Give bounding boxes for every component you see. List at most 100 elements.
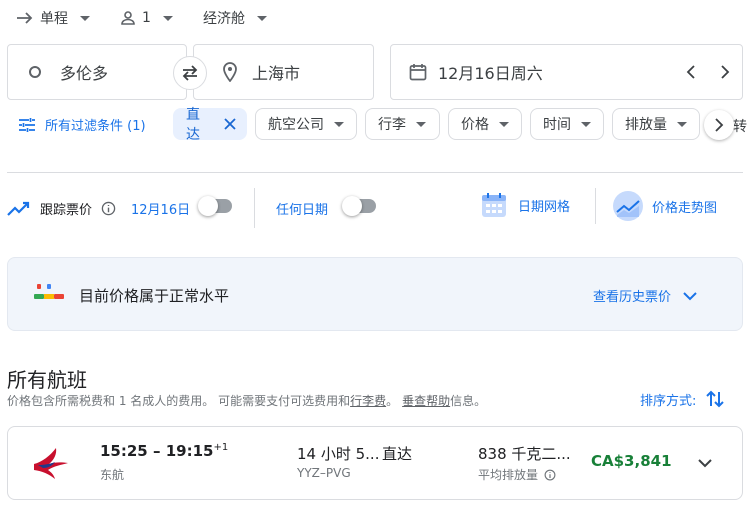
expand-chevron-icon[interactable] <box>698 458 712 468</box>
track-date-label: 12月16日 <box>131 203 191 218</box>
flight-price: CA$3,841 <box>591 452 672 470</box>
chevron-right-icon <box>714 118 724 132</box>
airlines-label: 航空公司 <box>268 117 324 133</box>
origin-circle-icon <box>28 65 42 79</box>
track-prices-group: 跟踪票价 12月16日 <box>7 199 190 218</box>
track-prices-label: 跟踪票价 <box>40 203 93 218</box>
chevron-down-icon <box>416 121 426 127</box>
flight-duration: 14 小时 5... <box>297 445 380 463</box>
emissions-note-label: 平均排放量 <box>478 468 539 482</box>
airline-logo <box>32 446 70 480</box>
price-graph-icon <box>613 191 643 221</box>
chevron-down-icon <box>683 291 697 301</box>
trip-type-label: 单程 <box>40 11 68 27</box>
price-graph-button[interactable]: 价格走势图 <box>613 191 717 221</box>
airline-name: 东航 <box>100 468 125 482</box>
scroll-filters-right-button[interactable] <box>704 110 734 140</box>
date-field[interactable]: 12月16日周六 <box>390 44 743 100</box>
swap-icon <box>180 64 200 82</box>
help-link[interactable]: 垂查帮助 <box>402 394 450 408</box>
price-insight-banner: 目前价格属于正常水平 查看历史票价 <box>7 257 743 331</box>
price-history-link[interactable]: 查看历史票价 <box>593 286 697 305</box>
time-dash: – <box>147 442 166 460</box>
close-icon[interactable] <box>224 118 236 130</box>
emissions-note: 平均排放量 <box>478 466 556 483</box>
nonstop-label: 直达 <box>186 107 200 143</box>
overflow-chip-label: 转 <box>733 119 747 135</box>
price-insight-text: 目前价格属于正常水平 <box>79 287 230 305</box>
note-text: 信息。 <box>450 394 487 408</box>
toggle-knob <box>342 196 362 216</box>
price-graph-label: 价格走势图 <box>652 200 718 216</box>
bags-chip[interactable]: 行李 <box>365 108 440 140</box>
any-dates-label: 任何日期 <box>276 203 329 218</box>
flight-stops: 直达 <box>382 445 413 463</box>
sort-label: 排序方式: <box>640 393 697 409</box>
departure-time: 15:25 <box>100 442 148 460</box>
date-grid-icon <box>480 191 508 219</box>
nonstop-chip[interactable]: 直达 <box>173 107 247 143</box>
all-filters-label: 所有过滤条件 (1) <box>45 119 146 134</box>
tune-icon <box>18 117 36 133</box>
arrival-time: 19:15 <box>165 442 214 460</box>
destination-value: 上海市 <box>252 64 301 83</box>
price-level-icon <box>34 283 64 303</box>
origin-value: 多伦多 <box>60 64 109 83</box>
day-offset: +1 <box>213 442 229 453</box>
chevron-down-icon <box>677 121 687 127</box>
location-pin-icon <box>222 62 238 82</box>
flight-times: 15:25 – 19:15+1 <box>100 442 228 460</box>
date-grid-button[interactable]: 日期网格 <box>480 191 570 219</box>
flight-emissions: 838 千克二... <box>478 445 571 463</box>
destination-field[interactable]: 上海市 <box>193 44 374 100</box>
note-text: 价格包含所需税费和 1 名成人的费用。 可能需要支付可选费用和 <box>7 394 351 408</box>
chevron-down-icon <box>499 121 509 127</box>
flight-result-card[interactable]: 15:25 – 19:15+1 东航 14 小时 5... 直达 YYZ–PVG… <box>7 426 743 500</box>
separator <box>595 188 596 224</box>
chevron-down-icon <box>334 121 344 127</box>
results-note: 价格包含所需税费和 1 名成人的费用。 可能需要支付可选费用和行李费。 垂查帮助信… <box>7 392 486 409</box>
toggle-knob <box>198 196 218 216</box>
passengers-count: 1 <box>142 10 151 26</box>
info-icon[interactable] <box>101 201 116 216</box>
info-icon[interactable] <box>544 469 556 481</box>
trending-up-icon <box>7 201 31 217</box>
chevron-down-icon <box>162 15 173 21</box>
all-filters-button[interactable]: 所有过滤条件 (1) <box>18 115 146 134</box>
price-chip[interactable]: 价格 <box>448 108 522 140</box>
price-history-label: 查看历史票价 <box>593 290 672 305</box>
flight-route: YYZ–PVG <box>297 466 351 480</box>
trip-type-select[interactable]: 单程 <box>16 8 90 28</box>
date-grid-label: 日期网格 <box>518 199 571 215</box>
cabin-label: 经济舱 <box>203 11 245 27</box>
bag-fees-link[interactable]: 行李费 <box>350 394 386 408</box>
chevron-down-icon <box>257 15 267 21</box>
separator <box>254 188 255 228</box>
airlines-chip[interactable]: 航空公司 <box>255 108 357 140</box>
calendar-icon <box>409 63 427 81</box>
bags-label: 行李 <box>378 117 406 133</box>
section-divider <box>7 172 743 173</box>
swap-button[interactable] <box>173 56 207 90</box>
passengers-select[interactable]: 1 <box>120 8 173 28</box>
times-label: 时间 <box>543 117 571 133</box>
person-icon <box>120 10 136 26</box>
emissions-label: 排放量 <box>625 117 667 133</box>
cabin-select[interactable]: 经济舱 <box>203 8 267 28</box>
previous-date-button[interactable] <box>685 64 699 80</box>
price-label: 价格 <box>461 117 489 133</box>
chevron-down-icon <box>581 121 591 127</box>
chevron-down-icon <box>80 15 90 21</box>
track-date-toggle[interactable] <box>198 196 234 216</box>
emissions-chip[interactable]: 排放量 <box>612 108 700 140</box>
times-chip[interactable]: 时间 <box>530 108 604 140</box>
origin-field[interactable]: 多伦多 <box>7 44 187 100</box>
arrow-right-icon <box>16 11 34 25</box>
date-value: 12月16日周六 <box>438 64 543 83</box>
next-date-button[interactable] <box>717 64 731 80</box>
note-text: 。 <box>386 394 399 408</box>
sort-button[interactable]: 排序方式: <box>640 389 725 409</box>
any-dates-toggle[interactable] <box>342 196 378 216</box>
results-heading: 所有航班 <box>7 368 87 392</box>
sort-icon <box>706 389 725 409</box>
